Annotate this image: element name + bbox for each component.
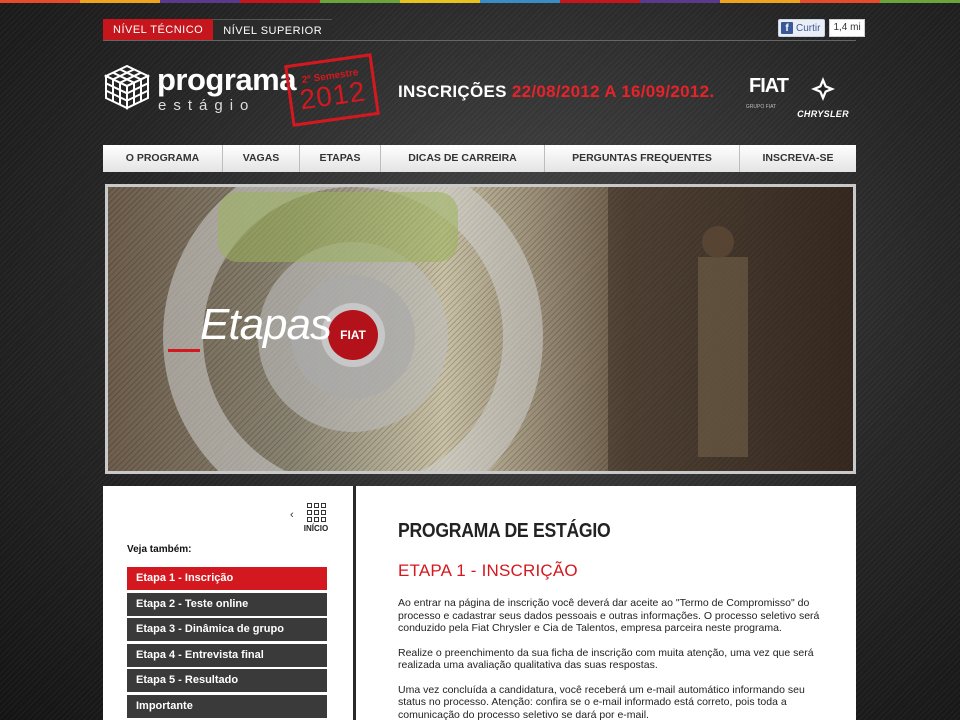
stripe-segment (400, 0, 480, 3)
nav-etapas[interactable]: ETAPAS (300, 145, 381, 172)
stripe-segment (0, 0, 80, 3)
nav-inscreva-se[interactable]: INSCREVA-SE (740, 145, 856, 172)
level-tabs: NÍVEL TÉCNICO NÍVEL SUPERIOR (103, 19, 333, 41)
inicio-link[interactable]: ‹ INÍCIO (290, 503, 336, 533)
inscricoes-dates: 22/08/2012 A 16/09/2012. (511, 82, 715, 101)
facebook-like-button[interactable]: f Curtir (778, 19, 826, 37)
paragraph: Ao entrar na página de inscrição você de… (398, 597, 820, 634)
facebook-like-label: Curtir (796, 22, 821, 34)
semester-year: 2012 (297, 74, 368, 115)
nav-o-programa[interactable]: O PROGRAMA (103, 145, 223, 172)
logo-subtitle: estágio (158, 97, 256, 114)
paragraph: Realize o preenchimento da sua ficha de … (398, 646, 814, 672)
logo-title[interactable]: programa (157, 62, 296, 98)
cube-logo-icon[interactable] (104, 64, 150, 110)
step-item-etapa-2[interactable]: Etapa 2 - Teste online (127, 592, 327, 616)
stripe-segment (560, 0, 640, 3)
content-body: Ao entrar na página de inscrição você de… (398, 597, 828, 720)
nav-dicas-de-carreira[interactable]: DICAS DE CARREIRA (381, 145, 545, 172)
section-title: ETAPA 1 - INSCRIÇÃO (398, 561, 578, 580)
nav-perguntas-frequentes[interactable]: PERGUNTAS FREQUENTES (545, 145, 740, 172)
fiat-logo[interactable]: FIAT (749, 73, 789, 99)
main-nav: O PROGRAMA VAGAS ETAPAS DICAS DE CARREIR… (103, 145, 856, 172)
stripe-segment (800, 0, 880, 3)
step-item-importante[interactable]: Importante (127, 694, 327, 718)
chrysler-star-icon (811, 77, 835, 101)
see-also-heading: Veja também: (127, 544, 192, 555)
tab-nivel-superior[interactable]: NÍVEL SUPERIOR (213, 19, 333, 41)
top-color-stripe (0, 0, 960, 3)
page-title: PROGRAMA DE ESTÁGIO (398, 520, 611, 542)
grid-icon (306, 503, 326, 522)
nav-vagas[interactable]: VAGAS (223, 145, 300, 172)
semester-badge: 2º Semestre 2012 (284, 53, 380, 127)
inscricoes-banner: INSCRIÇÕES 22/08/2012 A 16/09/2012. (398, 82, 714, 102)
stripe-segment (240, 0, 320, 3)
stripe-segment (480, 0, 560, 3)
steps-menu: Etapa 1 - Inscrição Etapa 2 - Teste onli… (127, 567, 327, 720)
step-item-etapa-3[interactable]: Etapa 3 - Dinâmica de grupo (127, 618, 327, 641)
inicio-label: INÍCIO (303, 524, 329, 533)
facebook-like: f Curtir 1,4 mi (778, 19, 865, 37)
stripe-segment (320, 0, 400, 3)
fiat-logo-subtitle: GRUPO FIAT (745, 104, 777, 110)
fiat-badge-text: FIAT (328, 310, 378, 360)
chevron-left-icon: ‹ (290, 509, 294, 521)
chrysler-logo[interactable]: CHRYSLER (789, 76, 857, 119)
tab-nivel-tecnico[interactable]: NÍVEL TÉCNICO (103, 19, 214, 41)
chrysler-label: CHRYSLER (797, 109, 849, 119)
facebook-like-count: 1,4 mi (829, 19, 865, 37)
stripe-segment (720, 0, 800, 3)
step-item-etapa-1[interactable]: Etapa 1 - Inscrição (127, 567, 327, 590)
banner-title-accent (168, 349, 200, 352)
facebook-icon: f (781, 22, 793, 34)
stripe-segment (80, 0, 160, 3)
stripe-segment (880, 0, 960, 3)
inscricoes-label: INSCRIÇÕES (398, 82, 512, 101)
stripe-segment (640, 0, 720, 3)
step-item-etapa-4[interactable]: Etapa 4 - Entrevista final (127, 643, 327, 667)
paragraph: Uma vez concluída a candidatura, você re… (398, 683, 805, 720)
step-item-etapa-5[interactable]: Etapa 5 - Resultado (127, 669, 327, 692)
tabs-underline (103, 40, 856, 41)
stripe-segment (160, 0, 240, 3)
banner-title: Etapas (200, 300, 332, 349)
